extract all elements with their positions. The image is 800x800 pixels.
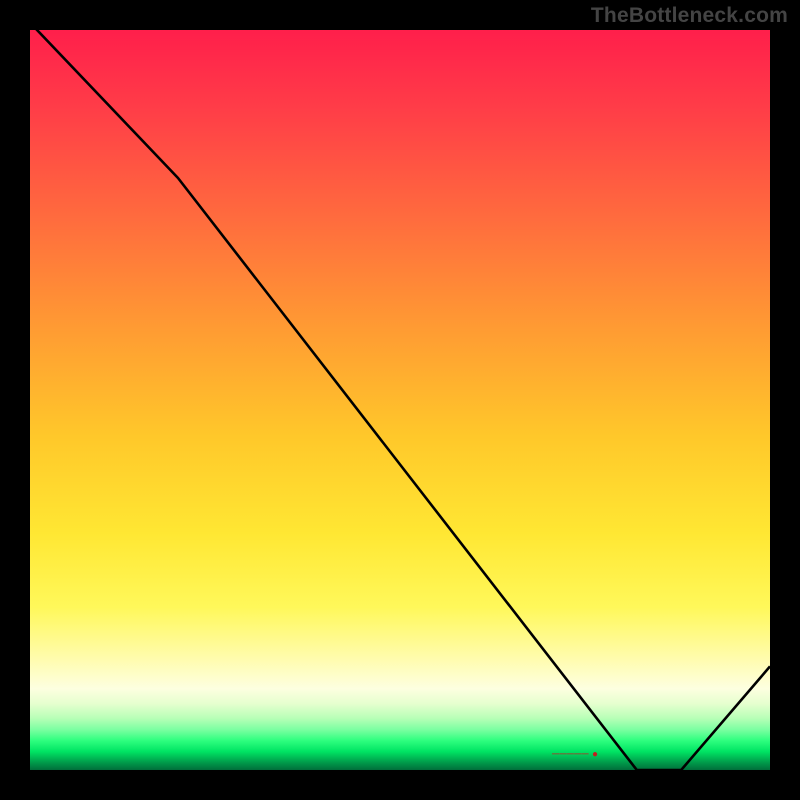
optimal-marker: ───── ● <box>552 749 598 760</box>
chart-line-svg <box>30 30 770 770</box>
watermark-text: TheBottleneck.com <box>591 4 788 28</box>
chart-plot-area: ───── ● <box>30 30 770 770</box>
chart-frame: TheBottleneck.com ───── ● <box>0 0 800 800</box>
bottleneck-curve-line <box>30 30 770 770</box>
